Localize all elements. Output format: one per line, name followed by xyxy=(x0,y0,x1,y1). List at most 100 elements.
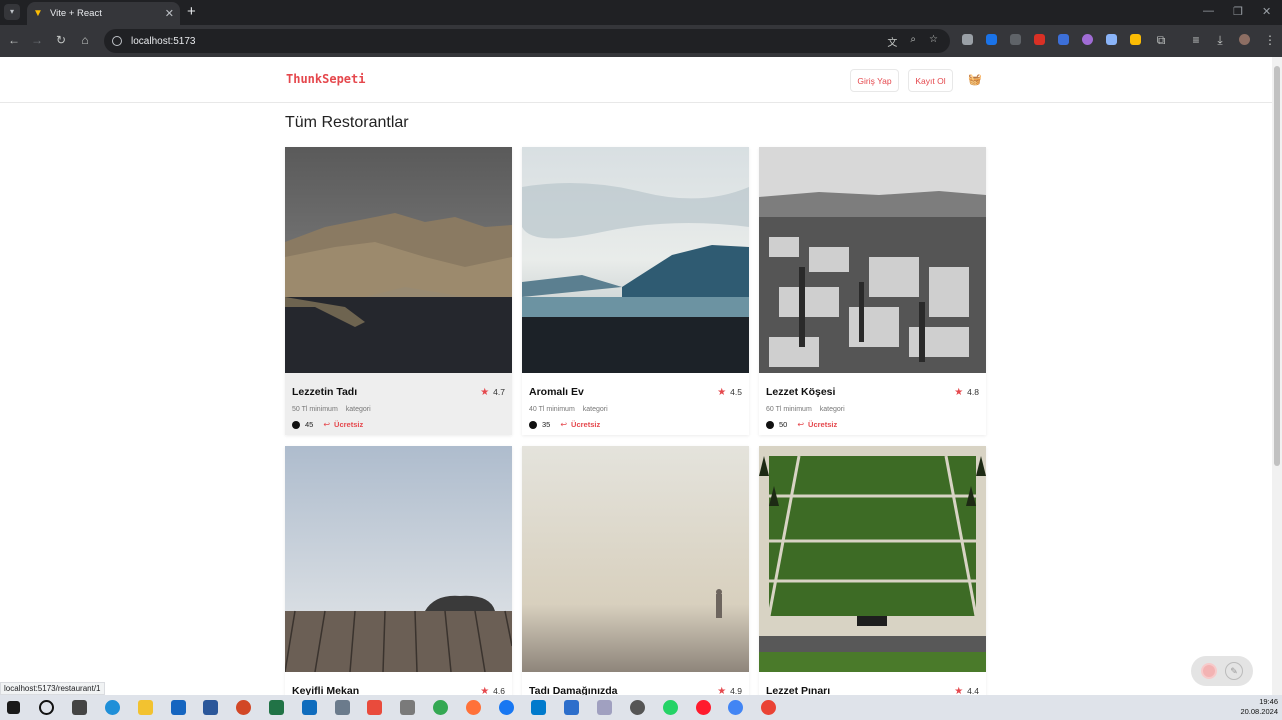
bookmark-star-icon[interactable]: ☆ xyxy=(929,34,938,49)
browser-tab-strip: ▾ ▼ Vite + React ✕ + — ❐ ✕ xyxy=(0,0,1282,25)
star-icon: ★ xyxy=(954,685,964,696)
close-tab-icon[interactable]: ✕ xyxy=(165,7,174,20)
settings-gear-icon[interactable] xyxy=(630,700,645,715)
restaurant-image xyxy=(522,147,749,373)
vite-favicon-icon: ▼ xyxy=(33,8,43,19)
restaurant-name: Lezzet Pınarı xyxy=(766,685,831,695)
star-icon: ★ xyxy=(480,386,490,398)
extension-pen-icon[interactable] xyxy=(962,34,973,45)
vscode-icon[interactable] xyxy=(531,700,546,715)
brand-logo[interactable]: ThunkSepeti xyxy=(286,72,365,86)
restaurant-card[interactable]: Lezzetin Tadı ★ 4.7 50 Tl minimum kategori… xyxy=(285,147,512,435)
extension-blue-icon[interactable] xyxy=(986,34,997,45)
rating-value: 4.6 xyxy=(493,686,505,695)
signup-button[interactable]: Kayıt Ol xyxy=(908,69,953,92)
restore-icon[interactable]: ❐ xyxy=(1233,5,1243,18)
calculator-icon[interactable] xyxy=(335,700,350,715)
messenger-icon[interactable] xyxy=(499,700,514,715)
login-button[interactable]: Giriş Yap xyxy=(850,69,899,92)
minimize-icon[interactable]: — xyxy=(1203,5,1214,17)
powerpoint-icon[interactable] xyxy=(236,700,251,715)
category: kategori xyxy=(345,406,371,413)
task-view-icon[interactable] xyxy=(72,700,87,715)
opera-icon[interactable] xyxy=(696,700,711,715)
scrollbar-thumb[interactable] xyxy=(1274,66,1280,466)
file-explorer-icon[interactable] xyxy=(138,700,153,715)
rating-value: 4.5 xyxy=(730,387,742,397)
rating-value: 4.7 xyxy=(493,387,505,397)
star-icon: ★ xyxy=(480,685,490,696)
restaurant-image xyxy=(285,147,512,373)
mail-icon[interactable] xyxy=(171,700,186,715)
address-bar[interactable]: localhost:5173 文 ⌕ ☆ xyxy=(104,29,950,53)
delivery-time: 50 xyxy=(779,420,788,429)
delivery-icon: ↩ xyxy=(560,420,568,429)
search-icon[interactable] xyxy=(39,700,54,715)
excel-icon[interactable] xyxy=(269,700,284,715)
site-info-icon[interactable] xyxy=(112,36,122,46)
restaurant-card[interactable]: Keyifli Mekan ★ 4.6 xyxy=(285,446,512,695)
extension-red-icon[interactable] xyxy=(1034,34,1045,45)
category: kategori xyxy=(582,406,608,413)
restaurant-image xyxy=(759,147,986,373)
extension-purple-icon[interactable] xyxy=(1082,34,1093,45)
reading-list-icon[interactable]: ≡ xyxy=(1188,33,1204,47)
extension-yellow-icon[interactable] xyxy=(1130,34,1141,45)
delivery-icon: ↩ xyxy=(797,420,805,429)
back-icon[interactable]: ← xyxy=(6,33,22,47)
home-icon[interactable]: ⌂ xyxy=(77,33,93,47)
chrome-alt-icon[interactable] xyxy=(761,700,776,715)
record-icon[interactable] xyxy=(1201,663,1217,679)
clock-icon xyxy=(766,420,774,429)
rating: ★ 4.6 xyxy=(480,686,505,696)
delivery-icon: ↩ xyxy=(323,420,331,429)
clock-icon xyxy=(529,420,537,429)
pen-icon[interactable]: ✎ xyxy=(1225,662,1243,680)
firefox-icon[interactable] xyxy=(466,700,481,715)
app-red-icon[interactable] xyxy=(367,700,382,715)
new-tab-icon[interactable]: + xyxy=(187,3,196,20)
recorder-widget: ✎ xyxy=(1191,656,1253,686)
chrome-profile-icon[interactable] xyxy=(728,700,743,715)
extension-grey-icon[interactable] xyxy=(1010,34,1021,45)
browser-tab[interactable]: ▼ Vite + React ✕ xyxy=(27,2,180,25)
forward-icon[interactable]: → xyxy=(29,33,45,47)
app-colorful-icon[interactable] xyxy=(597,700,612,715)
extension-light-icon[interactable] xyxy=(1106,34,1117,45)
system-clock[interactable]: 19:46 20.08.2024 xyxy=(1240,697,1278,717)
profile-avatar[interactable] xyxy=(1239,34,1250,45)
restaurant-image xyxy=(759,446,986,672)
edge-icon[interactable] xyxy=(105,700,120,715)
basket-icon[interactable]: 🧺 xyxy=(968,73,982,86)
word-icon[interactable] xyxy=(203,700,218,715)
extension-dark-blue-icon[interactable] xyxy=(1058,34,1069,45)
restaurant-name: Tadı Damağınızda xyxy=(529,685,618,695)
restaurant-card[interactable]: Lezzet Köşesi ★ 4.8 60 Tl minimum kategori… xyxy=(759,147,986,435)
windows-start-icon[interactable] xyxy=(7,701,20,714)
rating-value: 4.9 xyxy=(730,686,742,695)
outlook-icon[interactable] xyxy=(302,700,317,715)
reload-icon[interactable]: ↻ xyxy=(53,33,69,47)
clock-time: 19:46 xyxy=(1259,697,1278,706)
whatsapp-icon[interactable] xyxy=(663,700,678,715)
restaurant-card[interactable]: Tadı Damağınızda ★ 4.9 xyxy=(522,446,749,695)
download-icon[interactable]: ⤓ xyxy=(1212,33,1228,48)
translate-icon[interactable]: 文 xyxy=(887,34,897,49)
rating: ★ 4.5 xyxy=(717,387,742,398)
category: kategori xyxy=(819,406,845,413)
delivery-fee: Ücretsiz xyxy=(808,420,838,429)
app-grey-icon[interactable] xyxy=(400,700,415,715)
restaurant-card[interactable]: Lezzet Pınarı ★ 4.4 xyxy=(759,446,986,695)
clock-date: 20.08.2024 xyxy=(1240,707,1278,716)
media-player-icon[interactable] xyxy=(564,700,579,715)
extensions-puzzle-icon[interactable]: ⧉ xyxy=(1153,33,1169,48)
zoom-icon[interactable]: ⌕ xyxy=(910,34,916,49)
chrome-icon[interactable] xyxy=(433,700,448,715)
tab-search-icon[interactable]: ▾ xyxy=(4,4,20,20)
chrome-menu-icon[interactable]: ⋮ xyxy=(1262,33,1278,47)
restaurant-card[interactable]: Aromalı Ev ★ 4.5 40 Tl minimum kategori 35… xyxy=(522,147,749,435)
window-close-icon[interactable]: ✕ xyxy=(1262,5,1271,18)
clock-icon xyxy=(292,420,300,429)
rating-value: 4.4 xyxy=(967,686,979,695)
restaurant-name: Keyifli Mekan xyxy=(292,685,360,695)
